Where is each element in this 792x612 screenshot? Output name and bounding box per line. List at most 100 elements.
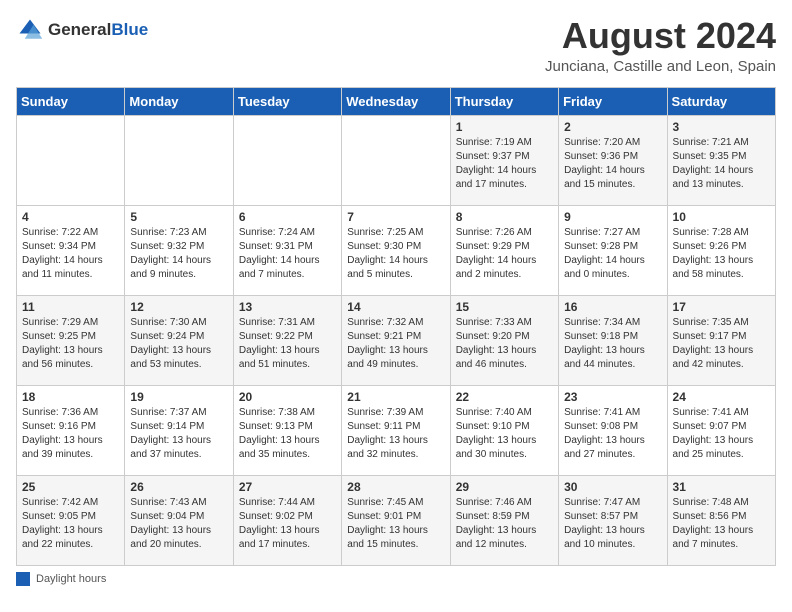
- calendar-table: SundayMondayTuesdayWednesdayThursdayFrid…: [16, 87, 776, 566]
- day-number: 16: [564, 300, 661, 314]
- day-cell: 9Sunrise: 7:27 AM Sunset: 9:28 PM Daylig…: [559, 205, 667, 295]
- day-info: Sunrise: 7:35 AM Sunset: 9:17 PM Dayligh…: [673, 316, 770, 372]
- day-cell: 4 Sunrise: 7:22 AM Sunset: 9:34 PM Daylig…: [17, 205, 125, 295]
- day-cell: [125, 115, 233, 205]
- logo: GeneralBlue: [16, 16, 148, 44]
- day-info: Sunrise: 7:40 AM Sunset: 9:10 PM Dayligh…: [456, 406, 553, 462]
- day-info: Sunrise: 7:48 AM Sunset: 8:56 PM Dayligh…: [673, 496, 770, 552]
- week-row-1: 1 Sunrise: 7:19 AM Sunset: 9:37 PM Daylig…: [17, 115, 776, 205]
- day-cell: 15 Sunrise: 7:33 AM Sunset: 9:20 PM Dayli…: [450, 295, 558, 385]
- day-number: 20: [239, 390, 336, 404]
- title-area: August 2024 Junciana, Castille and Leon,…: [545, 16, 776, 75]
- day-number: 19: [130, 390, 227, 404]
- day-number: 8: [456, 210, 553, 224]
- day-info: Sunrise: 7:19 AM Sunset: 9:37 PM Dayligh…: [456, 136, 553, 192]
- footer-label: Daylight hours: [36, 573, 106, 585]
- header-cell-monday: Monday: [125, 87, 233, 115]
- day-number: 29: [456, 480, 553, 494]
- day-info: Sunrise: 7:24 AM Sunset: 9:31 PM Dayligh…: [239, 226, 336, 282]
- day-info: Sunrise: 7:44 AM Sunset: 9:02 PM Dayligh…: [239, 496, 336, 552]
- day-info: Sunrise: 7:20 AM Sunset: 9:36 PM Dayligh…: [564, 136, 661, 192]
- calendar-title: August 2024: [545, 16, 776, 56]
- day-number: 15: [456, 300, 553, 314]
- logo-icon: [16, 16, 44, 44]
- page-header: GeneralBlue August 2024 Junciana, Castil…: [16, 16, 776, 75]
- day-number: 27: [239, 480, 336, 494]
- day-info: Sunrise: 7:27 AM Sunset: 9:28 PM Dayligh…: [564, 226, 661, 282]
- footer-box-icon: [16, 572, 30, 586]
- week-row-4: 18 Sunrise: 7:36 AM Sunset: 9:16 PM Dayli…: [17, 385, 776, 475]
- day-cell: 10 Sunrise: 7:28 AM Sunset: 9:26 PM Dayli…: [667, 205, 775, 295]
- day-info: Sunrise: 7:28 AM Sunset: 9:26 PM Dayligh…: [673, 226, 770, 282]
- day-cell: 30Sunrise: 7:47 AM Sunset: 8:57 PM Dayli…: [559, 475, 667, 565]
- calendar-subtitle: Junciana, Castille and Leon, Spain: [545, 58, 776, 75]
- day-number: 13: [239, 300, 336, 314]
- day-number: 2: [564, 120, 661, 134]
- day-number: 3: [673, 120, 770, 134]
- day-number: 23: [564, 390, 661, 404]
- week-row-5: 25 Sunrise: 7:42 AM Sunset: 9:05 PM Dayli…: [17, 475, 776, 565]
- day-info: Sunrise: 7:33 AM Sunset: 9:20 PM Dayligh…: [456, 316, 553, 372]
- header-row: SundayMondayTuesdayWednesdayThursdayFrid…: [17, 87, 776, 115]
- day-info: Sunrise: 7:25 AM Sunset: 9:30 PM Dayligh…: [347, 226, 444, 282]
- day-cell: [17, 115, 125, 205]
- footer-note: Daylight hours: [16, 572, 776, 586]
- day-info: Sunrise: 7:36 AM Sunset: 9:16 PM Dayligh…: [22, 406, 119, 462]
- day-number: 12: [130, 300, 227, 314]
- day-cell: 29 Sunrise: 7:46 AM Sunset: 8:59 PM Dayli…: [450, 475, 558, 565]
- day-number: 25: [22, 480, 119, 494]
- logo-blue: Blue: [111, 20, 148, 39]
- day-cell: 11Sunrise: 7:29 AM Sunset: 9:25 PM Dayli…: [17, 295, 125, 385]
- day-cell: 31Sunrise: 7:48 AM Sunset: 8:56 PM Dayli…: [667, 475, 775, 565]
- day-cell: 13Sunrise: 7:31 AM Sunset: 9:22 PM Dayli…: [233, 295, 341, 385]
- day-number: 14: [347, 300, 444, 314]
- day-info: Sunrise: 7:22 AM Sunset: 9:34 PM Dayligh…: [22, 226, 119, 282]
- logo-general: General: [48, 20, 111, 39]
- day-cell: [342, 115, 450, 205]
- day-info: Sunrise: 7:41 AM Sunset: 9:07 PM Dayligh…: [673, 406, 770, 462]
- day-cell: 12 Sunrise: 7:30 AM Sunset: 9:24 PM Dayli…: [125, 295, 233, 385]
- header-cell-tuesday: Tuesday: [233, 87, 341, 115]
- day-number: 10: [673, 210, 770, 224]
- day-cell: 23 Sunrise: 7:41 AM Sunset: 9:08 PM Dayli…: [559, 385, 667, 475]
- day-number: 22: [456, 390, 553, 404]
- day-cell: 1 Sunrise: 7:19 AM Sunset: 9:37 PM Daylig…: [450, 115, 558, 205]
- header-cell-wednesday: Wednesday: [342, 87, 450, 115]
- day-info: Sunrise: 7:46 AM Sunset: 8:59 PM Dayligh…: [456, 496, 553, 552]
- day-number: 21: [347, 390, 444, 404]
- day-cell: 8 Sunrise: 7:26 AM Sunset: 9:29 PM Daylig…: [450, 205, 558, 295]
- day-info: Sunrise: 7:32 AM Sunset: 9:21 PM Dayligh…: [347, 316, 444, 372]
- day-cell: 21Sunrise: 7:39 AM Sunset: 9:11 PM Dayli…: [342, 385, 450, 475]
- day-number: 18: [22, 390, 119, 404]
- day-info: Sunrise: 7:30 AM Sunset: 9:24 PM Dayligh…: [130, 316, 227, 372]
- day-cell: 26Sunrise: 7:43 AM Sunset: 9:04 PM Dayli…: [125, 475, 233, 565]
- day-cell: 27 Sunrise: 7:44 AM Sunset: 9:02 PM Dayli…: [233, 475, 341, 565]
- day-info: Sunrise: 7:41 AM Sunset: 9:08 PM Dayligh…: [564, 406, 661, 462]
- day-info: Sunrise: 7:26 AM Sunset: 9:29 PM Dayligh…: [456, 226, 553, 282]
- day-cell: 7 Sunrise: 7:25 AM Sunset: 9:30 PM Daylig…: [342, 205, 450, 295]
- day-info: Sunrise: 7:21 AM Sunset: 9:35 PM Dayligh…: [673, 136, 770, 192]
- day-number: 6: [239, 210, 336, 224]
- day-cell: 17Sunrise: 7:35 AM Sunset: 9:17 PM Dayli…: [667, 295, 775, 385]
- day-info: Sunrise: 7:42 AM Sunset: 9:05 PM Dayligh…: [22, 496, 119, 552]
- day-number: 28: [347, 480, 444, 494]
- day-cell: 24 Sunrise: 7:41 AM Sunset: 9:07 PM Dayli…: [667, 385, 775, 475]
- header-cell-thursday: Thursday: [450, 87, 558, 115]
- day-number: 1: [456, 120, 553, 134]
- day-cell: 28Sunrise: 7:45 AM Sunset: 9:01 PM Dayli…: [342, 475, 450, 565]
- day-number: 5: [130, 210, 227, 224]
- day-info: Sunrise: 7:23 AM Sunset: 9:32 PM Dayligh…: [130, 226, 227, 282]
- day-number: 4: [22, 210, 119, 224]
- day-number: 30: [564, 480, 661, 494]
- day-number: 24: [673, 390, 770, 404]
- day-number: 7: [347, 210, 444, 224]
- day-info: Sunrise: 7:43 AM Sunset: 9:04 PM Dayligh…: [130, 496, 227, 552]
- day-cell: 22 Sunrise: 7:40 AM Sunset: 9:10 PM Dayli…: [450, 385, 558, 475]
- header-cell-saturday: Saturday: [667, 87, 775, 115]
- day-cell: 3 Sunrise: 7:21 AM Sunset: 9:35 PM Daylig…: [667, 115, 775, 205]
- day-cell: 18 Sunrise: 7:36 AM Sunset: 9:16 PM Dayli…: [17, 385, 125, 475]
- day-info: Sunrise: 7:37 AM Sunset: 9:14 PM Dayligh…: [130, 406, 227, 462]
- day-number: 11: [22, 300, 119, 314]
- header-cell-friday: Friday: [559, 87, 667, 115]
- day-cell: 16Sunrise: 7:34 AM Sunset: 9:18 PM Dayli…: [559, 295, 667, 385]
